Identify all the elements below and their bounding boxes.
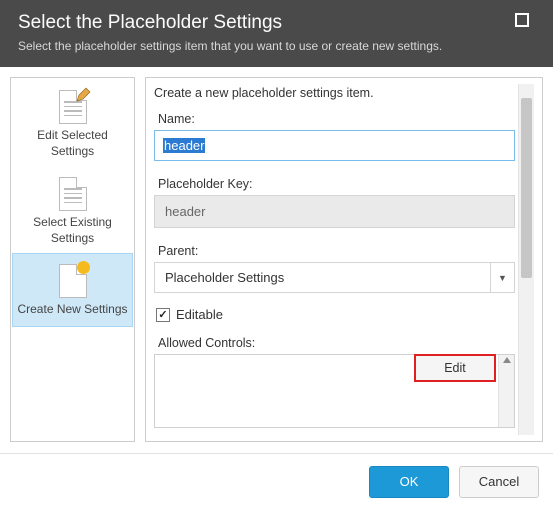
dialog-title: Select the Placeholder Settings: [18, 12, 535, 34]
dialog-footer: OK Cancel: [0, 453, 553, 509]
sidebar-item-label: Select Existing Settings: [17, 215, 128, 246]
sidebar-item-label: Create New Settings: [17, 302, 128, 318]
dialog-body: Edit Selected Settings Select Existing S…: [0, 67, 553, 452]
editable-checkbox[interactable]: ✓: [156, 308, 170, 322]
allowed-controls-box: Edit: [154, 354, 515, 428]
dialog-header: Select the Placeholder Settings Select t…: [0, 0, 553, 67]
sidebar-item-label: Edit Selected Settings: [17, 128, 128, 159]
panel-heading: Create a new placeholder settings item.: [154, 84, 515, 108]
allowed-controls-scrollbar[interactable]: [498, 355, 514, 427]
editable-label: Editable: [176, 307, 223, 322]
document-edit-icon: [17, 90, 128, 124]
sidebar-item-edit-selected[interactable]: Edit Selected Settings: [13, 80, 132, 167]
allowed-controls-label: Allowed Controls:: [154, 332, 515, 354]
name-input[interactable]: header: [154, 130, 515, 161]
ok-button[interactable]: OK: [369, 466, 449, 498]
sidebar-item-select-existing[interactable]: Select Existing Settings: [13, 167, 132, 254]
parent-value: Placeholder Settings: [155, 263, 490, 292]
parent-dropdown[interactable]: Placeholder Settings ▼: [154, 262, 515, 293]
panel-scrollbar[interactable]: [518, 84, 534, 435]
chevron-down-icon: ▼: [490, 263, 514, 292]
maximize-button[interactable]: [515, 13, 529, 27]
key-input: header: [154, 195, 515, 228]
edit-button[interactable]: Edit: [414, 354, 496, 382]
name-label: Name:: [154, 108, 515, 130]
sidebar-item-create-new[interactable]: Create New Settings: [13, 254, 132, 326]
document-icon: [17, 177, 128, 211]
main-panel: Create a new placeholder settings item. …: [145, 77, 543, 442]
parent-label: Parent:: [154, 240, 515, 262]
sidebar: Edit Selected Settings Select Existing S…: [10, 77, 135, 442]
key-label: Placeholder Key:: [154, 173, 515, 195]
dialog-subtitle: Select the placeholder settings item tha…: [18, 39, 535, 53]
name-input-value: header: [163, 138, 205, 153]
document-new-icon: [17, 264, 128, 298]
cancel-button[interactable]: Cancel: [459, 466, 539, 498]
scrollbar-thumb[interactable]: [521, 98, 532, 278]
